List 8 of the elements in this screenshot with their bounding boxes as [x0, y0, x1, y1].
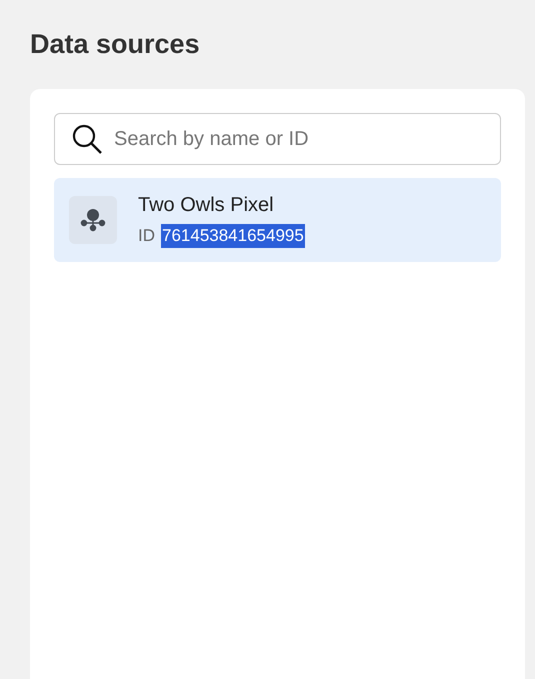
network-icon [69, 196, 117, 244]
source-name: Two Owls Pixel [138, 193, 274, 218]
search-field[interactable]: Search by name or ID [54, 113, 501, 165]
source-item[interactable]: Two Owls Pixel ID 761453841654995 [54, 178, 501, 262]
page-title: Data sources [30, 28, 200, 61]
search-icon [71, 123, 103, 155]
id-label: ID [138, 225, 155, 247]
source-id: 761453841654995 [161, 224, 305, 248]
